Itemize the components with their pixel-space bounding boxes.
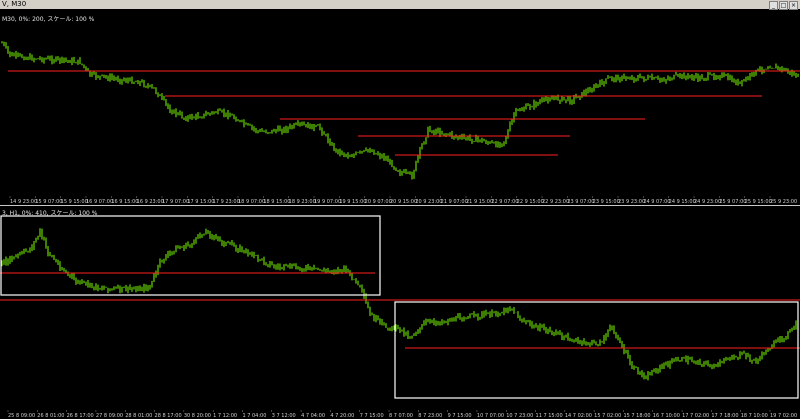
x-tick-label: 24 9 15:00 bbox=[669, 199, 696, 205]
x-tick-label: 16 9 07:00 bbox=[86, 199, 113, 205]
x-tick-label: 17 7 18:00 bbox=[711, 413, 738, 419]
x-tick-label: 24 9 23:00 bbox=[694, 199, 721, 205]
x-tick-label: 20 9 07:00 bbox=[365, 199, 392, 205]
x-tick-label: 24 9 07:00 bbox=[643, 199, 670, 205]
candle-series bbox=[1, 41, 799, 180]
x-tick-label: 1 7 12:00 bbox=[213, 413, 237, 419]
m30-price-chart[interactable]: 14 9 23:0015 9 07:0015 9 15:0016 9 07:00… bbox=[0, 0, 800, 205]
x-tick-label: 21 9 15:00 bbox=[466, 199, 493, 205]
h1-chart-window[interactable]: 3, H1, 0%: 410, スケール: 100 % 25 8 09:00 26… bbox=[0, 207, 800, 419]
x-tick-label: 28 8 17:00 bbox=[155, 413, 182, 419]
x-tick-label: 19 9 07:00 bbox=[314, 199, 341, 205]
x-tick-label: 23 9 23:00 bbox=[618, 199, 645, 205]
x-tick-label: 19 9 15:00 bbox=[339, 199, 366, 205]
x-tick-label: 20 9 23:00 bbox=[415, 199, 442, 205]
x-tick-label: 4 7 20:00 bbox=[330, 413, 354, 419]
x-tick-label: 22 9 23:00 bbox=[542, 199, 569, 205]
x-tick-label: 18 9 23:00 bbox=[289, 199, 316, 205]
x-tick-label: 15 9 07:00 bbox=[35, 199, 62, 205]
x-tick-label: 23 9 15:00 bbox=[593, 199, 620, 205]
x-tick-label: 17 7 02:00 bbox=[682, 413, 709, 419]
x-tick-label: 10 7 07:00 bbox=[477, 413, 504, 419]
x-tick-label: 18 9 07:00 bbox=[238, 199, 265, 205]
x-tick-label: 17 9 07:00 bbox=[162, 199, 189, 205]
x-tick-label: 10 7 23:00 bbox=[506, 413, 533, 419]
x-tick-label: 15 9 15:00 bbox=[61, 199, 88, 205]
x-tick-label: 26 8 01:00 bbox=[37, 413, 64, 419]
x-tick-label: 16 9 23:00 bbox=[137, 199, 164, 205]
h1-price-chart[interactable]: 25 8 09:00 26 8 01:00 26 8 17:00 27 8 09:00… bbox=[0, 207, 800, 419]
x-tick-label: 25 9 23:00 bbox=[770, 199, 797, 205]
x-tick-label: 16 9 15:00 bbox=[111, 199, 138, 205]
x-tick-label: 3 7 12:00 bbox=[272, 413, 296, 419]
x-tick-label: 4 7 04:00 bbox=[301, 413, 325, 419]
x-tick-label: 22 9 15:00 bbox=[517, 199, 544, 205]
x-tick-label: 26 8 17:00 bbox=[67, 413, 94, 419]
x-tick-label: 11 7 15:00 bbox=[536, 413, 563, 419]
x-tick-label: 27 8 09:00 bbox=[96, 413, 123, 419]
highlight-box bbox=[394, 301, 799, 399]
x-tick-label: 23 9 07:00 bbox=[567, 199, 594, 205]
x-tick-label: 7 7 15:00 bbox=[360, 413, 384, 419]
x-tick-label: 9 7 15:00 bbox=[448, 413, 472, 419]
x-tick-label: 28 8 01:00 bbox=[125, 413, 152, 419]
x-tick-label: 18 7 10:00 bbox=[741, 413, 768, 419]
x-tick-label: 22 9 07:00 bbox=[491, 199, 518, 205]
x-tick-label: 14 7 02:00 bbox=[565, 413, 592, 419]
x-tick-label: 15 7 02:00 bbox=[594, 413, 621, 419]
x-tick-label: 19 7 02:00 bbox=[770, 413, 797, 419]
x-tick-label: 1 7 04:00 bbox=[242, 413, 266, 419]
x-tick-label: 15 7 18:00 bbox=[623, 413, 650, 419]
x-tick-label: 17 9 23:00 bbox=[213, 199, 240, 205]
x-tick-label: 25 9 15:00 bbox=[745, 199, 772, 205]
x-tick-label: 8 7 23:00 bbox=[418, 413, 442, 419]
highlight-box bbox=[0, 215, 381, 296]
x-tick-label: 21 9 07:00 bbox=[441, 199, 468, 205]
x-tick-label: 25 8 09:00 bbox=[8, 413, 35, 419]
x-tick-label: 20 9 15:00 bbox=[390, 199, 417, 205]
x-tick-label: 14 9 23:00 bbox=[10, 199, 37, 205]
m30-chart-window[interactable]: V, M30 _ □ × M30, 0%: 200, スケール: 100 % 1… bbox=[0, 0, 800, 206]
x-tick-label: 25 9 07:00 bbox=[719, 199, 746, 205]
x-tick-label: 18 9 15:00 bbox=[263, 199, 290, 205]
x-tick-label: 17 9 15:00 bbox=[187, 199, 214, 205]
x-tick-label: 8 7 07:00 bbox=[389, 413, 413, 419]
candle-series bbox=[1, 228, 799, 381]
x-tick-label: 16 7 10:00 bbox=[653, 413, 680, 419]
x-tick-label: 30 8 20:00 bbox=[184, 413, 211, 419]
